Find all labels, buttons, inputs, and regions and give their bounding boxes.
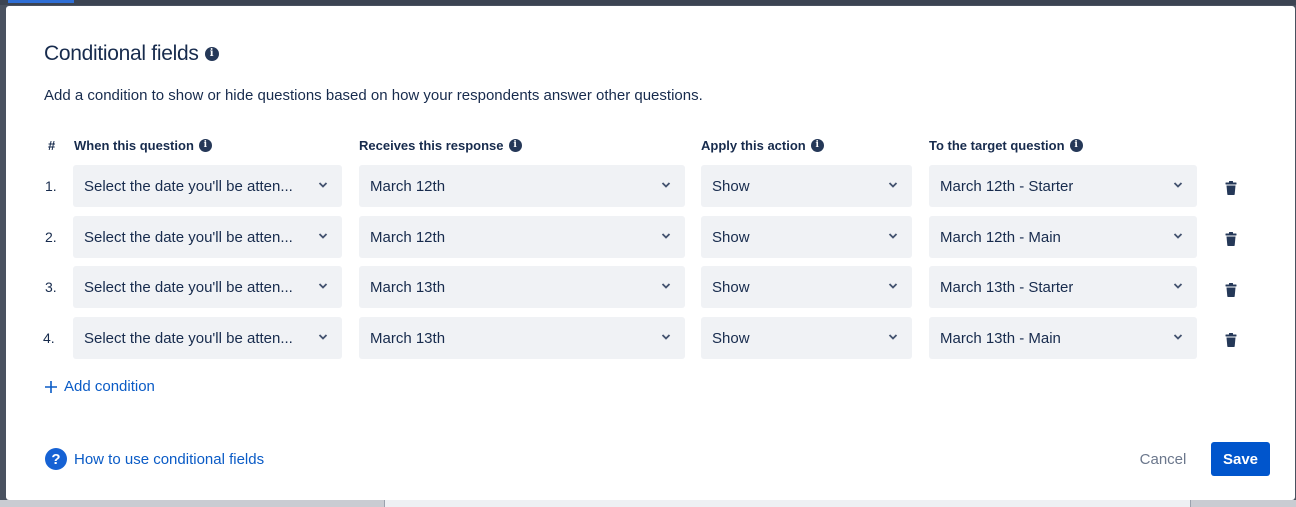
select-value: March 13th bbox=[370, 329, 446, 347]
target-select[interactable]: March 12th - Main bbox=[929, 216, 1197, 258]
column-header-action: Apply this action i bbox=[701, 137, 824, 153]
chevron-down-icon bbox=[661, 283, 671, 289]
chevron-down-icon bbox=[888, 233, 898, 239]
chevron-down-icon bbox=[318, 233, 328, 239]
question-select[interactable]: Select the date you'll be atten... bbox=[73, 165, 342, 207]
column-header-question: When this question i bbox=[74, 137, 212, 153]
select-value: March 12th bbox=[370, 177, 446, 195]
select-value: March 13th - Starter bbox=[940, 278, 1074, 296]
row-number: 4. bbox=[43, 330, 55, 346]
chevron-down-icon bbox=[318, 182, 328, 188]
row-number: 1. bbox=[45, 178, 57, 194]
question-circle-icon: ? bbox=[45, 448, 67, 470]
add-condition-button[interactable]: Add condition bbox=[44, 378, 155, 395]
row-number: 2. bbox=[45, 229, 57, 245]
response-select[interactable]: March 12th bbox=[359, 216, 685, 258]
column-header-response: Receives this response i bbox=[359, 137, 522, 153]
select-value: Show bbox=[712, 329, 750, 347]
info-icon[interactable]: i bbox=[1069, 138, 1083, 152]
select-value: Show bbox=[712, 177, 750, 195]
response-select[interactable]: March 13th bbox=[359, 266, 685, 308]
chevron-down-icon bbox=[661, 182, 671, 188]
help-link-label: How to use conditional fields bbox=[74, 450, 265, 468]
backdrop-tab-indicator bbox=[8, 0, 74, 3]
info-icon[interactable]: i bbox=[198, 138, 212, 152]
chevron-down-icon bbox=[888, 283, 898, 289]
question-select[interactable]: Select the date you'll be atten... bbox=[73, 266, 342, 308]
select-value: March 13th bbox=[370, 278, 446, 296]
question-select[interactable]: Select the date you'll be atten... bbox=[73, 216, 342, 258]
select-value: March 13th - Main bbox=[940, 329, 1061, 347]
select-value: Select the date you'll be atten... bbox=[84, 329, 293, 347]
column-header-number: # bbox=[48, 137, 56, 153]
dialog-description: Add a condition to show or hide question… bbox=[44, 87, 703, 104]
select-value: Select the date you'll be atten... bbox=[84, 177, 293, 195]
chevron-down-icon bbox=[318, 334, 328, 340]
chevron-down-icon bbox=[888, 334, 898, 340]
help-link[interactable]: ? How to use conditional fields bbox=[45, 448, 264, 470]
action-select[interactable]: Show bbox=[701, 165, 912, 207]
select-value: Select the date you'll be atten... bbox=[84, 278, 293, 296]
info-icon[interactable]: i bbox=[508, 138, 522, 152]
backdrop-top bbox=[0, 0, 1296, 5]
select-value: Select the date you'll be atten... bbox=[84, 228, 293, 246]
chevron-down-icon bbox=[318, 283, 328, 289]
cancel-button[interactable]: Cancel bbox=[1126, 442, 1200, 476]
chevron-down-icon bbox=[661, 233, 671, 239]
trash-icon[interactable] bbox=[1225, 232, 1237, 246]
select-value: March 12th bbox=[370, 228, 446, 246]
target-select[interactable]: March 13th - Starter bbox=[929, 266, 1197, 308]
trash-icon[interactable] bbox=[1225, 181, 1237, 195]
chevron-down-icon bbox=[1173, 233, 1183, 239]
row-number: 3. bbox=[45, 279, 57, 295]
backdrop-page bbox=[0, 500, 1296, 507]
select-value: March 12th - Main bbox=[940, 228, 1061, 246]
column-header-target: To the target question i bbox=[929, 137, 1083, 153]
add-condition-label: Add condition bbox=[64, 378, 155, 395]
action-select[interactable]: Show bbox=[701, 216, 912, 258]
trash-icon[interactable] bbox=[1225, 333, 1237, 347]
plus-icon bbox=[45, 380, 57, 393]
select-value: Show bbox=[712, 228, 750, 246]
chevron-down-icon bbox=[661, 334, 671, 340]
conditional-fields-dialog: Conditional fields i Add a condition to … bbox=[6, 6, 1295, 500]
action-select[interactable]: Show bbox=[701, 317, 912, 359]
dialog-title-text: Conditional fields bbox=[44, 42, 199, 65]
chevron-down-icon bbox=[1173, 283, 1183, 289]
select-value: March 12th - Starter bbox=[940, 177, 1074, 195]
chevron-down-icon bbox=[1173, 334, 1183, 340]
response-select[interactable]: March 13th bbox=[359, 317, 685, 359]
response-select[interactable]: March 12th bbox=[359, 165, 685, 207]
backdrop-field bbox=[384, 500, 1191, 507]
chevron-down-icon bbox=[888, 182, 898, 188]
target-select[interactable]: March 12th - Starter bbox=[929, 165, 1197, 207]
dialog-title: Conditional fields i bbox=[44, 42, 219, 66]
select-value: Show bbox=[712, 278, 750, 296]
info-icon[interactable]: i bbox=[810, 138, 824, 152]
trash-icon[interactable] bbox=[1225, 283, 1237, 297]
question-select[interactable]: Select the date you'll be atten... bbox=[73, 317, 342, 359]
chevron-down-icon bbox=[1173, 182, 1183, 188]
info-icon[interactable]: i bbox=[204, 47, 219, 61]
action-select[interactable]: Show bbox=[701, 266, 912, 308]
save-button[interactable]: Save bbox=[1211, 442, 1270, 476]
target-select[interactable]: March 13th - Main bbox=[929, 317, 1197, 359]
